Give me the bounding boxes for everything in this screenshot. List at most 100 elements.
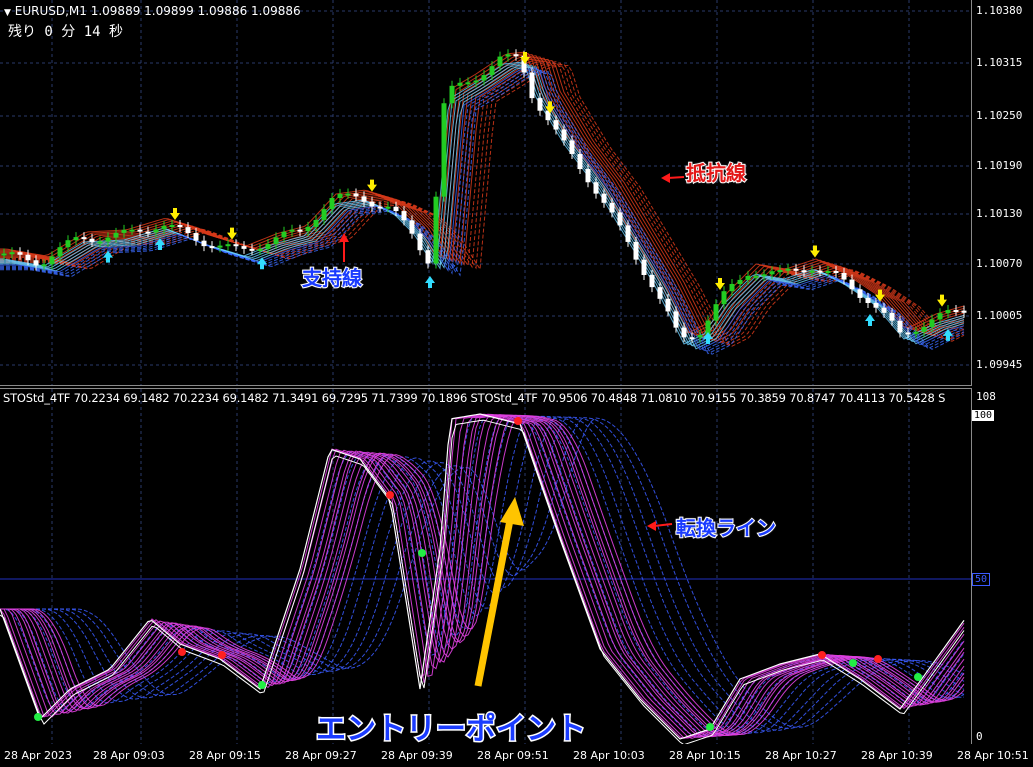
candle-body xyxy=(577,153,583,170)
candle-body xyxy=(457,82,463,86)
candle-body xyxy=(337,193,343,199)
time-tick-label: 28 Apr 09:15 xyxy=(189,749,261,762)
time-tick-label: 28 Apr 09:39 xyxy=(381,749,453,762)
support-ribbon-line xyxy=(0,67,965,351)
candle-body xyxy=(81,237,87,240)
candle-body xyxy=(385,206,391,209)
candle-body xyxy=(449,85,455,104)
price-tick-label: 1.10130 xyxy=(976,207,1023,220)
candle-body xyxy=(953,310,959,313)
support-ribbon-line xyxy=(0,66,965,350)
price-chart-pane[interactable]: ▼ EURUSD,M1 1.09889 1.09899 1.09886 1.09… xyxy=(0,0,972,386)
candle-body xyxy=(233,244,239,247)
candle-body xyxy=(273,237,279,245)
candle-body xyxy=(825,271,831,274)
chart-symbol-header: ▼ EURUSD,M1 1.09889 1.09899 1.09886 1.09… xyxy=(4,4,301,18)
price-tick-label: 1.10005 xyxy=(976,309,1023,322)
candle-body xyxy=(785,268,791,271)
candle-body xyxy=(817,270,823,273)
candle-body xyxy=(473,80,479,83)
candle-body xyxy=(257,248,263,251)
candle-body xyxy=(689,337,695,340)
candle-body xyxy=(353,193,359,197)
candle-body xyxy=(193,233,199,241)
candle-body xyxy=(913,331,919,334)
candle-body xyxy=(129,229,135,232)
indicator-canvas[interactable] xyxy=(0,389,971,744)
price-tick-label: 1.09945 xyxy=(976,358,1023,371)
candle-body xyxy=(857,289,863,298)
price-tick-label: 1.10190 xyxy=(976,159,1023,172)
candle-body xyxy=(681,327,687,338)
candle-body xyxy=(841,273,847,280)
candle-body xyxy=(729,283,735,292)
candle-body xyxy=(401,211,407,221)
candle-body xyxy=(625,225,631,242)
candle-body xyxy=(137,229,143,232)
time-tick-label: 28 Apr 10:39 xyxy=(861,749,933,762)
candle-body xyxy=(425,250,431,264)
candle-body xyxy=(745,275,751,280)
indicator-pane[interactable] xyxy=(0,388,972,744)
candle-body xyxy=(393,206,399,212)
candle-body xyxy=(161,225,167,230)
candle-body xyxy=(889,312,895,321)
candle-body xyxy=(881,307,887,313)
candle-body xyxy=(601,193,607,203)
candle-body xyxy=(641,259,647,275)
candle-body xyxy=(209,246,215,249)
candle-body xyxy=(489,66,495,76)
candle-body xyxy=(417,233,423,251)
candle-body xyxy=(753,275,759,278)
candle-body xyxy=(345,193,351,196)
level-50-label: 50 xyxy=(972,573,991,586)
buy-signal-dot xyxy=(706,723,714,731)
candle-body xyxy=(737,279,743,284)
candle-body xyxy=(505,54,511,57)
candle-body xyxy=(89,238,95,242)
switch-line-label: 転換ライン xyxy=(675,515,777,541)
sell-signal-dot xyxy=(178,648,186,656)
candle-body xyxy=(313,219,319,227)
candle-body xyxy=(145,231,151,234)
symbol-icon: ▼ xyxy=(4,8,11,18)
candle-body xyxy=(617,212,623,226)
level-0-label: 0 xyxy=(976,730,983,743)
candle-body xyxy=(57,247,63,257)
candle-body xyxy=(553,120,559,130)
candle-body xyxy=(585,169,591,183)
candle-body xyxy=(281,231,287,238)
candle-body xyxy=(169,225,175,228)
candle-body xyxy=(801,270,807,273)
time-tick-label: 28 Apr 10:15 xyxy=(669,749,741,762)
candle-body xyxy=(697,334,703,338)
sell-signal-dot xyxy=(386,491,394,499)
candle-body xyxy=(873,303,879,308)
candle-body xyxy=(569,140,575,154)
candle-body xyxy=(865,297,871,304)
candle-body xyxy=(937,313,943,320)
candle-body xyxy=(153,229,159,233)
sell-signal-dot xyxy=(218,651,226,659)
price-tick-label: 1.10070 xyxy=(976,257,1023,270)
candle-body xyxy=(1,253,7,256)
candle-body xyxy=(657,287,663,299)
candle-body xyxy=(793,268,799,271)
candle-body xyxy=(529,72,535,99)
sell-arrow-icon xyxy=(170,208,180,220)
time-tick-label: 28 Apr 10:51 xyxy=(957,749,1029,762)
candle-body xyxy=(465,82,471,85)
price-chart-canvas[interactable] xyxy=(0,0,971,385)
candle-body xyxy=(961,310,967,313)
candle-body xyxy=(201,240,207,247)
candle-body xyxy=(665,298,671,312)
candle-body xyxy=(441,103,447,197)
sell-arrow-icon xyxy=(227,227,237,240)
candle-body xyxy=(289,229,295,232)
candle-body xyxy=(265,244,271,249)
candle-body xyxy=(25,254,31,261)
candle-body xyxy=(561,129,567,141)
time-tick-label: 28 Apr 09:27 xyxy=(285,749,357,762)
buy-signal-dot xyxy=(258,681,266,689)
candle-body xyxy=(537,98,543,111)
